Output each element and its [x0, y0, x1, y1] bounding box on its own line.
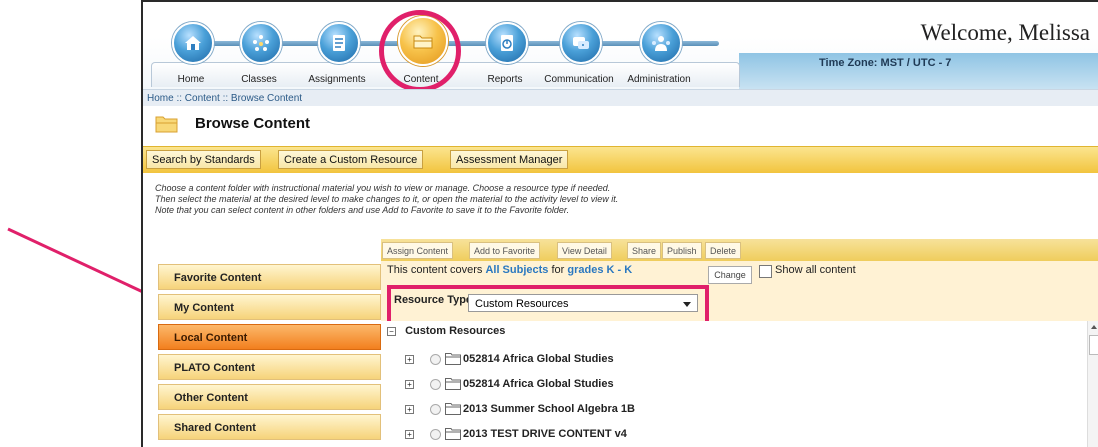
expand-icon[interactable]: +	[405, 380, 414, 389]
tree-item-label: 2013 TEST DRIVE CONTENT v4	[463, 428, 627, 440]
publish-button[interactable]: Publish	[662, 242, 702, 259]
instructions: Choose a content folder with instruction…	[155, 183, 795, 216]
breadcrumb: Home :: Content :: Browse Content	[143, 89, 1098, 106]
content-highlight-circle	[379, 10, 461, 92]
administration-icon	[652, 36, 670, 51]
assignments-icon	[333, 35, 345, 51]
subjects-link[interactable]: All Subjects	[485, 264, 548, 276]
classes-icon	[253, 35, 269, 51]
nav-communication[interactable]: Communication	[537, 22, 621, 85]
app-window: Time Zone: MST / UTC - 7 Welcome, Meliss…	[141, 0, 1098, 447]
folder-icon	[445, 403, 461, 415]
welcome-message: Welcome, Melissa	[920, 20, 1090, 45]
assessment-manager-button[interactable]: Assessment Manager	[450, 150, 569, 169]
select-radio[interactable]	[430, 379, 441, 390]
instruction-line: Then select the material at the desired …	[155, 194, 619, 204]
nav-communication-label: Communication	[544, 74, 614, 85]
nav-administration[interactable]: Administration	[617, 22, 701, 85]
tree-root-label: Custom Resources	[405, 325, 506, 337]
folder-icon	[445, 378, 461, 390]
show-all-label: Show all content	[775, 264, 856, 276]
nav-reports-label: Reports	[487, 74, 523, 85]
nav-administration-label: Administration	[627, 74, 691, 85]
tree-scrollbar[interactable]	[1087, 321, 1098, 447]
my-content-button[interactable]: My Content	[158, 294, 381, 320]
add-to-favorite-button[interactable]: Add to Favorite	[469, 242, 541, 259]
nav-assignments[interactable]: Assignments	[295, 22, 379, 85]
folder-icon	[155, 116, 178, 133]
tree-item-label: 052814 Africa Global Studies	[463, 353, 614, 365]
nav-reports[interactable]: Reports	[463, 22, 547, 85]
change-button[interactable]: Change	[708, 266, 752, 284]
show-all-checkbox[interactable]	[759, 265, 772, 278]
expand-icon[interactable]: +	[405, 355, 414, 364]
toolbar-tabs: Search by Standards Create a Custom Reso…	[143, 146, 1098, 173]
tree-item-label: 052814 Africa Global Studies	[463, 378, 614, 390]
action-bar: Assign Content Add to Favorite View Deta…	[381, 239, 1098, 261]
coverage-prefix: This content covers	[387, 264, 486, 276]
plato-content-button[interactable]: PLATO Content	[158, 354, 381, 380]
nav-classes-label: Classes	[241, 74, 277, 85]
coverage-text: This content covers All Subjects for gra…	[387, 264, 632, 276]
local-content-button[interactable]: Local Content	[158, 324, 381, 350]
grades-link[interactable]: grades K - K	[567, 264, 632, 276]
folder-icon	[445, 428, 461, 440]
view-detail-button[interactable]: View Detail	[557, 242, 612, 259]
assign-content-button[interactable]: Assign Content	[382, 242, 454, 259]
select-radio[interactable]	[430, 404, 441, 415]
other-content-button[interactable]: Other Content	[158, 384, 381, 410]
resource-type-highlight-box	[387, 285, 709, 325]
folder-icon	[445, 353, 461, 365]
coverage-middle: for	[548, 264, 568, 276]
instruction-line: Note that you can select content in othe…	[155, 205, 570, 215]
select-radio[interactable]	[430, 354, 441, 365]
instruction-line: Choose a content folder with instruction…	[155, 183, 611, 193]
nav-classes[interactable]: Classes	[217, 22, 301, 85]
create-custom-resource-button[interactable]: Create a Custom Resource	[278, 150, 424, 169]
reports-icon	[501, 35, 513, 51]
share-button[interactable]: Share	[627, 242, 662, 259]
timezone-label: Time Zone: MST / UTC - 7	[819, 57, 952, 69]
page-title-text: Browse Content	[195, 115, 311, 132]
select-radio[interactable]	[430, 429, 441, 440]
delete-button[interactable]: Delete	[705, 242, 742, 259]
scroll-up-icon[interactable]	[1091, 325, 1097, 329]
tree-root: − Custom Resources	[387, 325, 505, 337]
home-icon	[185, 36, 201, 50]
communication-icon	[573, 37, 589, 49]
nav-assignments-label: Assignments	[308, 74, 366, 85]
collapse-icon[interactable]: −	[387, 326, 396, 336]
expand-icon[interactable]: +	[405, 430, 414, 439]
tree-item-label: 2013 Summer School Algebra 1B	[463, 403, 635, 415]
scroll-thumb[interactable]	[1089, 335, 1098, 355]
search-by-standards-button[interactable]: Search by Standards	[146, 150, 261, 169]
shared-content-button[interactable]: Shared Content	[158, 414, 381, 440]
expand-icon[interactable]: +	[405, 405, 414, 414]
favorite-content-button[interactable]: Favorite Content	[158, 264, 381, 290]
